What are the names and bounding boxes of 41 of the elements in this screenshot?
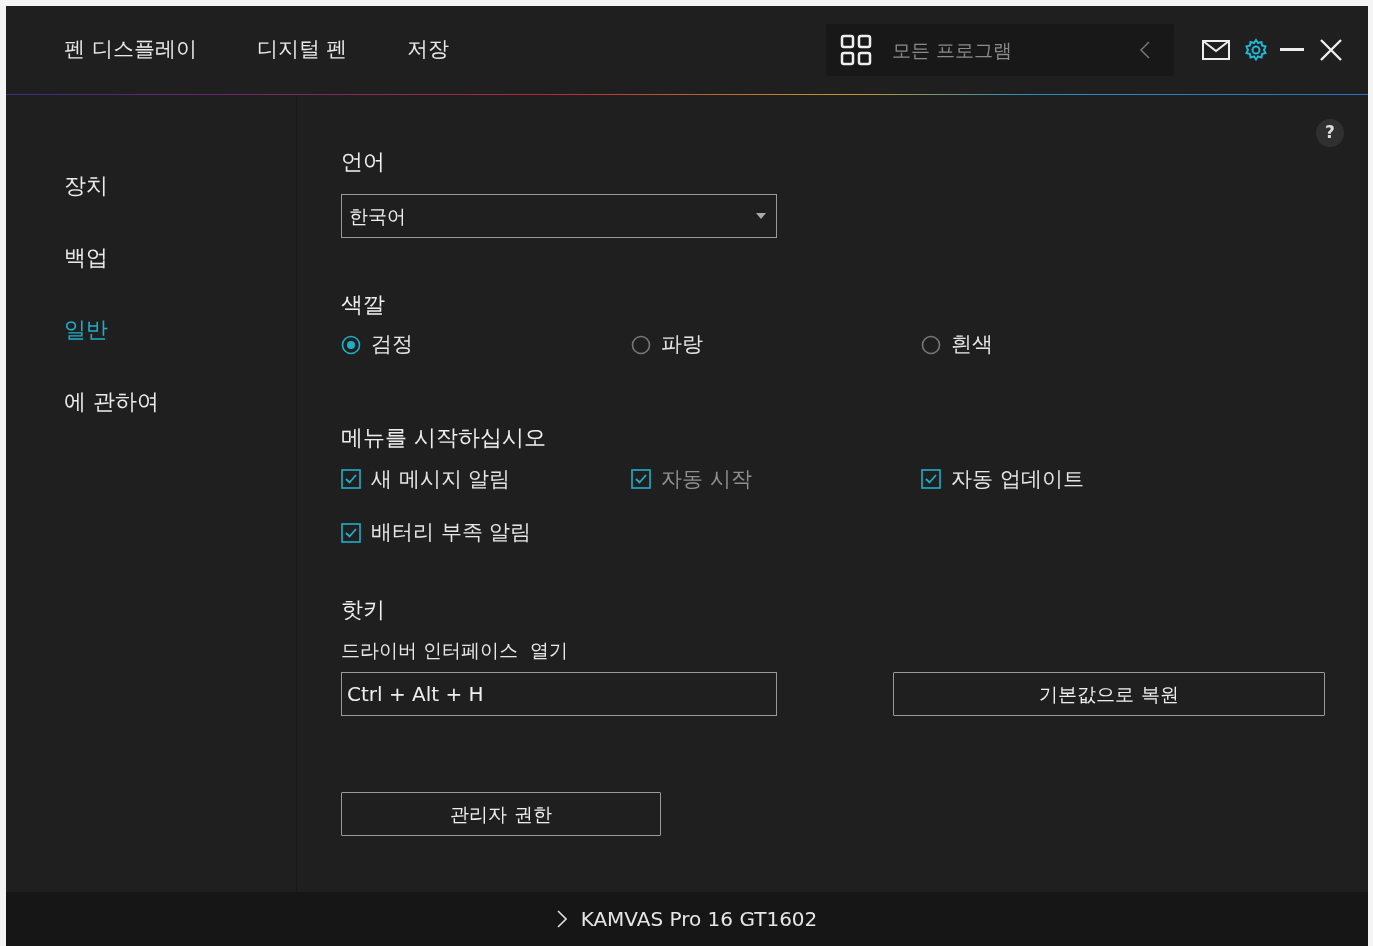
program-selector[interactable]: 모든 프로그램 <box>826 24 1174 76</box>
option-label: 새 메시지 알림 <box>371 465 511 493</box>
sidebar-item[interactable]: 에 관하여 <box>6 366 159 438</box>
option-label: 배터리 부족 알림 <box>371 519 532 546</box>
sidebar-item[interactable]: 일반 <box>6 294 108 366</box>
tab[interactable]: 펜 디스플레이 <box>64 34 197 66</box>
program-search-field[interactable]: 모든 프로그램 <box>890 34 1140 66</box>
hotkey-field[interactable]: Ctrl + Alt + H <box>341 672 777 716</box>
radio-button[interactable] <box>631 334 651 355</box>
sidebar-item[interactable]: 장치 <box>6 150 108 222</box>
option-label: 검정 <box>371 331 413 358</box>
sidebar-item[interactable]: 백업 <box>6 222 108 294</box>
option-label: 파랑 <box>661 331 703 358</box>
admin-button[interactable]: 관리자 권한 <box>341 792 661 836</box>
section-title: 언어 <box>341 148 385 176</box>
checkbox[interactable] <box>921 469 941 490</box>
checkbox[interactable] <box>341 469 361 490</box>
radio-button[interactable] <box>341 334 361 355</box>
close-icon[interactable] <box>1320 39 1342 61</box>
radio-button[interactable] <box>921 334 941 355</box>
hotkey-label: 드라이버 인터페이스 열기 <box>341 637 569 663</box>
section-title: 메뉴를 시작하십시오 <box>341 423 546 452</box>
language-dropdown[interactable]: 한국어 <box>341 194 777 238</box>
section-title: 색깔 <box>341 291 385 319</box>
grid-icon <box>840 34 872 66</box>
checkbox[interactable] <box>341 522 361 543</box>
settings-icon[interactable] <box>1244 38 1268 62</box>
minimize-icon[interactable] <box>1280 48 1304 52</box>
chevron-right-icon[interactable] <box>556 910 567 928</box>
tab[interactable]: 저장 <box>407 34 450 66</box>
chevron-left-icon[interactable] <box>1140 41 1150 59</box>
device-name: KAMVAS Pro 16 GT1602 <box>580 906 818 933</box>
option-label: 자동 시작 <box>661 465 752 493</box>
option-label: 흰색 <box>951 331 993 358</box>
option-label: 자동 업데이트 <box>951 465 1084 493</box>
mail-icon[interactable] <box>1202 40 1230 60</box>
reset-button[interactable]: 기본값으로 복원 <box>893 672 1325 716</box>
tab[interactable]: 디지털 펜 <box>256 34 348 66</box>
dropdown-caret-icon <box>756 213 766 219</box>
help-button[interactable]: ? <box>1316 119 1344 147</box>
section-title: 핫키 <box>341 595 385 624</box>
